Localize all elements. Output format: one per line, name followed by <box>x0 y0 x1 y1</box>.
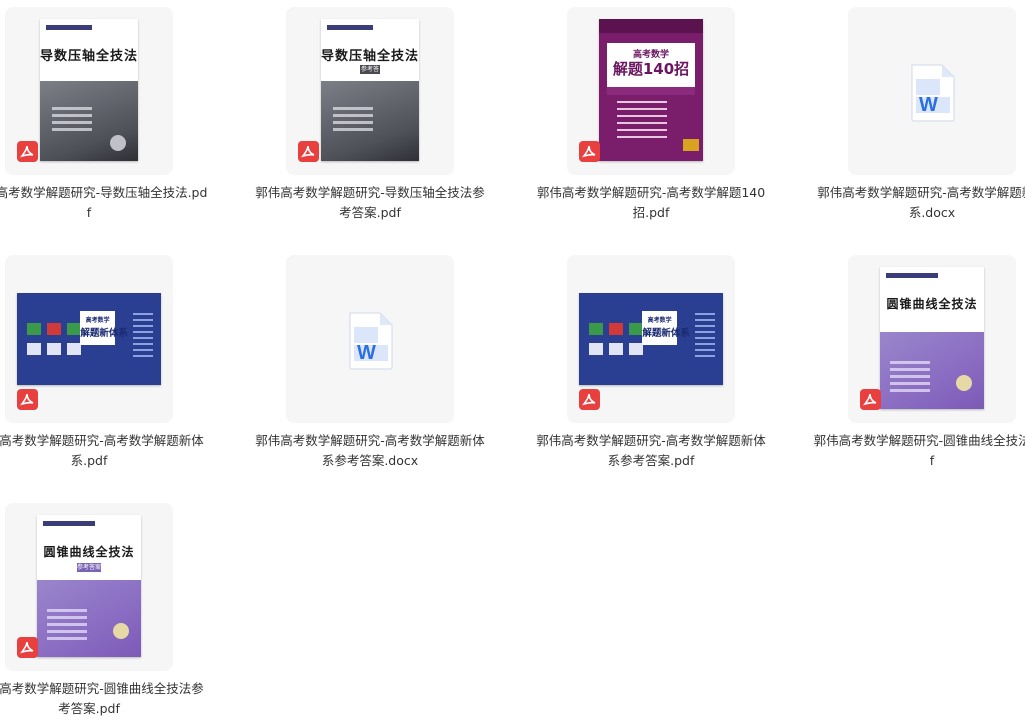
pdf-icon <box>17 141 38 162</box>
file-name[interactable]: 郭伟高考数学解题研究-导数压轴全技法参考答案.pdf <box>250 183 490 223</box>
book-cover: 导数压轴全技法 <box>40 19 138 161</box>
cover-subtitle: 解题140招 <box>612 60 690 78</box>
file-thumbnail[interactable]: W <box>848 7 1016 175</box>
book-cover: 圆锥曲线全技法 参考答案 <box>37 515 141 657</box>
book-cover: 高考数学 解题140招 <box>599 19 703 161</box>
book-cover: 圆锥曲线全技法 <box>880 267 984 409</box>
file-name[interactable]: 郭伟高考数学解题研究-高考数学解题新体系参考答案.docx <box>250 431 490 471</box>
file-thumbnail[interactable]: W <box>286 255 454 423</box>
pdf-icon <box>17 637 38 658</box>
word-doc-icon: W <box>349 312 393 370</box>
cover-title: 圆锥曲线全技法 <box>43 545 135 559</box>
cover-title: 导数压轴全技法 <box>321 49 419 64</box>
file-thumbnail[interactable]: 高考数学 解题新体系 <box>567 255 735 423</box>
file-name[interactable]: 郭伟高考数学解题研究-圆锥曲线全技法.pdf <box>812 431 1025 471</box>
file-name[interactable]: 郭伟高考数学解题研究-导数压轴全技法.pdf <box>0 183 209 223</box>
file-name[interactable]: 郭伟高考数学解题研究-高考数学解题140招.pdf <box>531 183 771 223</box>
pdf-icon <box>17 389 38 410</box>
pdf-icon <box>579 389 600 410</box>
file-name[interactable]: 郭伟高考数学解题研究-圆锥曲线全技法参考答案.pdf <box>0 679 209 719</box>
file-thumbnail[interactable]: 圆锥曲线全技法 参考答案 <box>5 503 173 671</box>
file-name[interactable]: 郭伟高考数学解题研究-高考数学解题新体系.docx <box>812 183 1025 223</box>
pdf-icon <box>860 389 881 410</box>
cover-subtitle: 参考答案 <box>76 563 102 572</box>
pdf-icon <box>579 141 600 162</box>
file-thumbnail[interactable]: 导数压轴全技法 参考答案 <box>286 7 454 175</box>
cover-subtitle: 参考答案 <box>360 65 380 82</box>
cover-title: 导数压轴全技法 <box>40 49 138 64</box>
file-thumbnail[interactable]: 高考数学 解题新体系 <box>5 255 173 423</box>
svg-text:W: W <box>919 94 938 116</box>
file-name[interactable]: 郭伟高考数学解题研究-高考数学解题新体系参考答案.pdf <box>531 431 771 471</box>
word-doc-icon: W <box>911 64 955 122</box>
book-cover: 导数压轴全技法 参考答案 <box>321 19 419 161</box>
cover-subtitle: 解题新体系 <box>80 328 128 339</box>
file-thumbnail[interactable]: 高考数学 解题140招 <box>567 7 735 175</box>
book-cover: 高考数学 解题新体系 <box>17 293 161 385</box>
cover-title: 高考数学 <box>647 317 672 324</box>
file-thumbnail[interactable]: 圆锥曲线全技法 <box>848 255 1016 423</box>
cover-title: 高考数学 <box>85 317 110 324</box>
file-thumbnail[interactable]: 导数压轴全技法 <box>5 7 173 175</box>
file-name[interactable]: 郭伟高考数学解题研究-高考数学解题新体系.pdf <box>0 431 209 471</box>
cover-subtitle: 解题新体系 <box>642 328 690 339</box>
pdf-icon <box>298 141 319 162</box>
book-cover: 高考数学 解题新体系 <box>579 293 723 385</box>
cover-title: 圆锥曲线全技法 <box>886 297 978 311</box>
svg-text:W: W <box>357 342 376 364</box>
